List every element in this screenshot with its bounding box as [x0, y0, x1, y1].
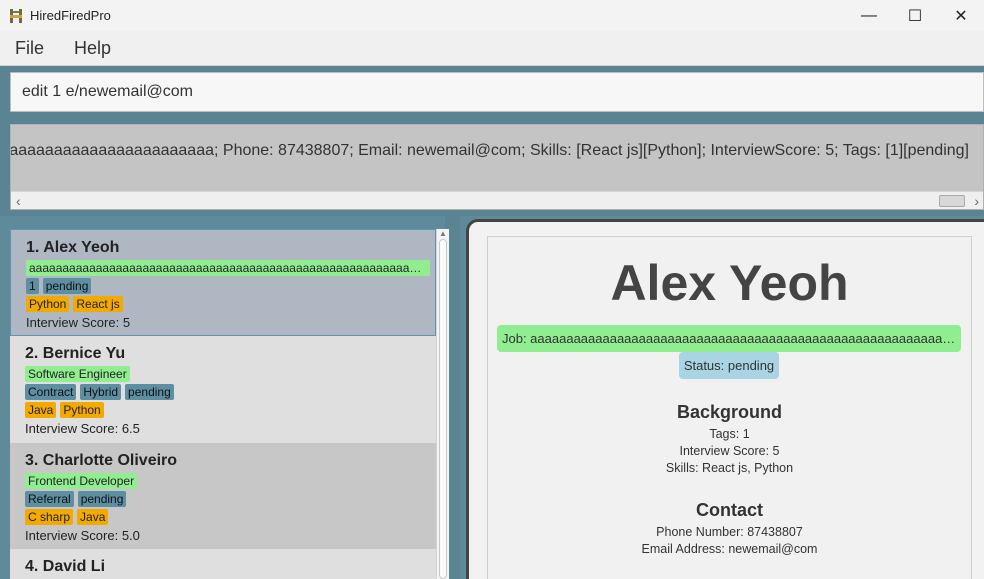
contact-heading: Contact: [696, 500, 763, 520]
skill-tag: React js: [73, 296, 123, 312]
tag: Contract: [25, 384, 77, 400]
detail-skills: Skills: React js, Python: [665, 461, 794, 475]
person-name: 4. David Li: [25, 558, 106, 575]
tag: pending: [42, 278, 92, 294]
menu-help[interactable]: Help: [59, 31, 126, 66]
result-area: aaaaaaaaaaaaaaaaaaaaaaaa; Phone: 8743880…: [0, 116, 984, 216]
job-tag: Frontend Developer: [25, 473, 138, 489]
maximize-button[interactable]: ☐: [892, 0, 938, 31]
person-list[interactable]: 1. Alex Yeoh aaaaaaaaaaaaaaaaaaaaaaaaaaa…: [10, 229, 436, 579]
background-heading: Background: [676, 402, 782, 422]
app-icon: [8, 8, 24, 24]
tag: Referral: [25, 491, 74, 507]
person-card[interactable]: 1. Alex Yeoh aaaaaaaaaaaaaaaaaaaaaaaaaaa…: [10, 229, 436, 336]
title-bar: HiredFiredPro — ☐ ✕: [0, 0, 984, 31]
detail-tags: Tags: 1: [709, 427, 750, 441]
minimize-button[interactable]: —: [846, 0, 892, 31]
status-badge: Status: pending: [679, 352, 779, 379]
interview-score: Interview Score: 6.5: [25, 421, 140, 436]
skill-tag: Python: [60, 402, 104, 418]
person-name: 1. Alex Yeoh: [26, 239, 120, 256]
menu-bar: File Help: [0, 31, 984, 66]
chevron-left-icon[interactable]: ‹: [16, 192, 21, 209]
command-input[interactable]: edit 1 e/newemail@com: [10, 72, 984, 112]
skill-tag: Java: [25, 402, 57, 418]
tag: pending: [125, 384, 174, 400]
window-title: HiredFiredPro: [30, 8, 111, 23]
result-display[interactable]: aaaaaaaaaaaaaaaaaaaaaaaa; Phone: 8743880…: [10, 124, 984, 210]
skill-tag: Python: [26, 296, 70, 312]
vertical-scrollbar[interactable]: ▲: [436, 229, 449, 579]
person-card[interactable]: 3. Charlotte Oliveiro Frontend Developer…: [10, 443, 436, 549]
window-controls: — ☐ ✕: [846, 0, 984, 31]
result-text: aaaaaaaaaaaaaaaaaaaaaaaa; Phone: 8743880…: [10, 142, 969, 159]
tag: 1: [26, 278, 39, 294]
detail-phone: Phone Number: 87438807: [656, 525, 803, 539]
detail-score: Interview Score: 5: [679, 444, 780, 458]
person-name: 3. Charlotte Oliveiro: [25, 452, 178, 469]
scroll-thumb[interactable]: [439, 239, 447, 579]
skill-tag: C sharp: [25, 509, 74, 525]
interview-score: Interview Score: 5.0: [25, 528, 140, 543]
tag: Hybrid: [80, 384, 122, 400]
detail-name: Alex Yeoh: [610, 255, 849, 311]
close-button[interactable]: ✕: [938, 0, 984, 31]
job-tag: aaaaaaaaaaaaaaaaaaaaaaaaaaaaaaaaaaaaaaaa…: [26, 260, 430, 276]
detail-job: Job: aaaaaaaaaaaaaaaaaaaaaaaaaaaaaaaaaaa…: [497, 325, 961, 352]
tag: pending: [77, 491, 127, 507]
menu-file[interactable]: File: [0, 31, 59, 66]
skill-tag: Java: [77, 509, 109, 525]
detail-email: Email Address: newemail@com: [641, 542, 818, 556]
horizontal-scrollbar[interactable]: ‹ ›: [11, 191, 983, 209]
person-card[interactable]: 4. David Li: [10, 549, 436, 579]
job-tag: Software Engineer: [25, 366, 130, 382]
interview-score: Interview Score: 5: [26, 315, 131, 330]
chevron-up-icon[interactable]: ▲: [439, 229, 447, 238]
person-card[interactable]: 2. Bernice Yu Software Engineer Contract…: [10, 336, 436, 443]
person-name: 2. Bernice Yu: [25, 345, 126, 362]
command-area: edit 1 e/newemail@com: [0, 66, 984, 116]
chevron-right-icon[interactable]: ›: [974, 192, 979, 209]
scroll-thumb[interactable]: [939, 195, 965, 207]
